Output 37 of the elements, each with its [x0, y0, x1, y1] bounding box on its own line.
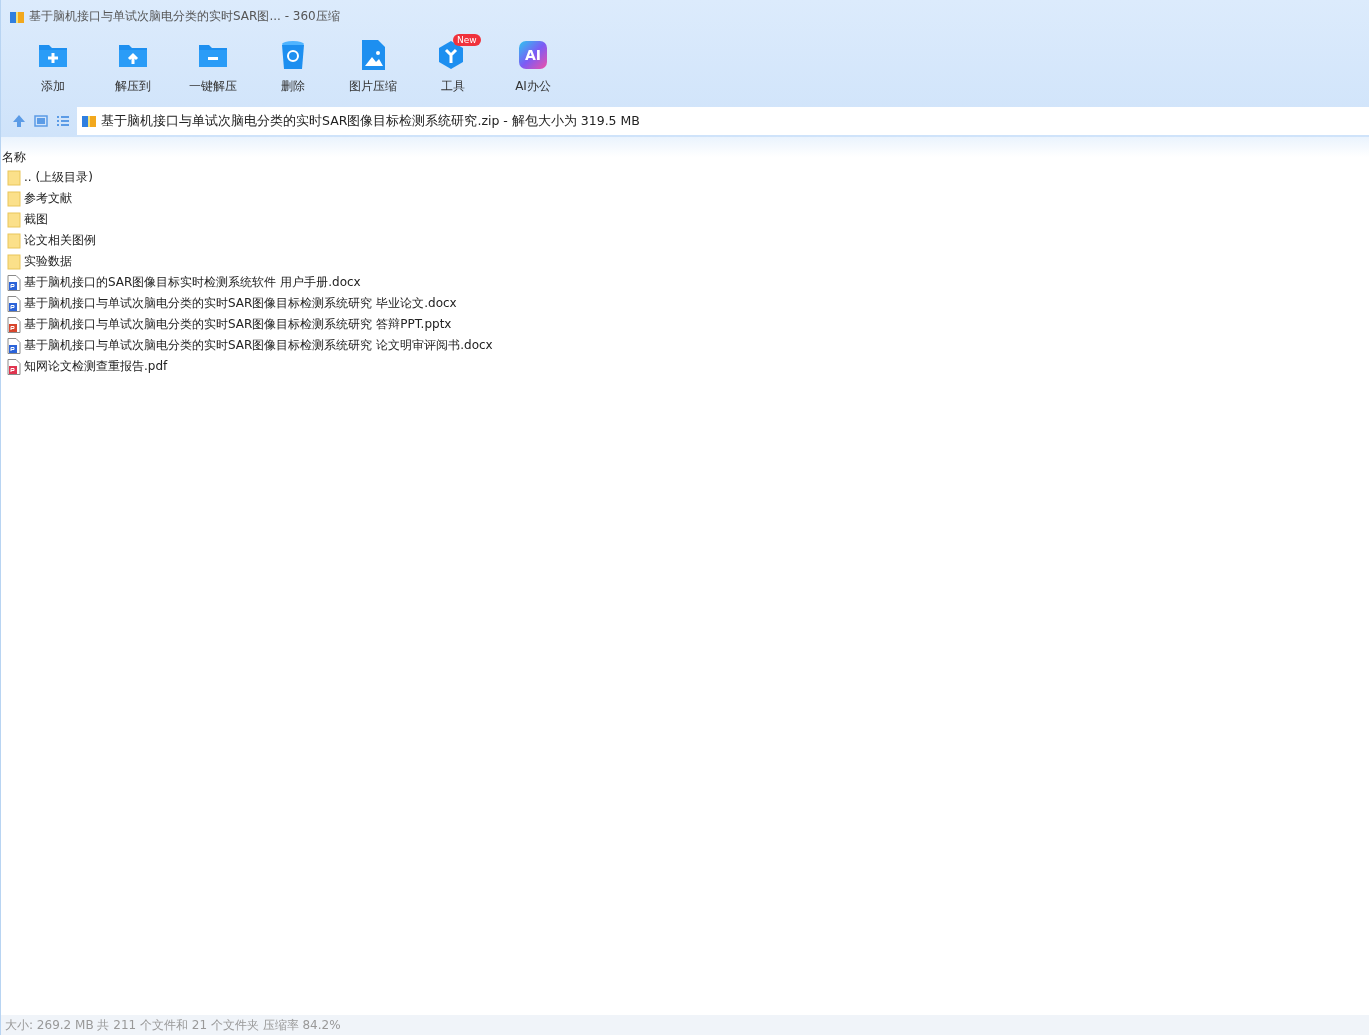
path-field[interactable]: 基于脑机接口与单试次脑电分类的实时SAR图像目标检测系统研究.zip - 解包大小为 319.5 MB	[77, 107, 1369, 135]
folder-icon	[7, 211, 21, 228]
window-title: 基于脑机接口与单试次脑电分类的实时SAR图... - 360压缩	[29, 8, 340, 25]
folder-icon	[7, 169, 21, 186]
toolbar-button[interactable]: 删除	[253, 33, 333, 105]
document-icon	[7, 316, 21, 333]
file-name[interactable]: 基于脑机接口与单试次脑电分类的实时SAR图像目标检测系统研究 答辩PPT.pptx	[24, 316, 452, 333]
ai-icon: AI	[519, 41, 547, 69]
file-name[interactable]: .. (上级目录)	[24, 169, 93, 186]
toolbar-button[interactable]: New 工具	[413, 33, 493, 105]
document-icon	[7, 337, 21, 354]
column-header[interactable]: 名称	[2, 148, 26, 166]
folder-icon	[7, 253, 21, 270]
document-icon	[7, 358, 21, 375]
toolbar-button[interactable]: 添加	[13, 33, 93, 105]
toolbar-button[interactable]: 一键解压	[173, 33, 253, 105]
file-name[interactable]: 截图	[24, 211, 48, 228]
file-name[interactable]: 参考文献	[24, 190, 72, 207]
file-name[interactable]: 基于脑机接口与单试次脑电分类的实时SAR图像目标检测系统研究 论文明审评阅书.docx	[24, 337, 493, 354]
folder-icon	[7, 232, 21, 249]
archive-icon	[81, 113, 97, 129]
document-icon	[7, 274, 21, 291]
up-arrow-icon[interactable]	[11, 113, 27, 129]
file-name[interactable]: 论文相关图例	[24, 232, 96, 249]
file-name[interactable]: 基于脑机接口的SAR图像目标实时检测系统软件 用户手册.docx	[24, 274, 361, 291]
toolbar-button[interactable]: 解压到	[93, 33, 173, 105]
file-name[interactable]: 实验数据	[24, 253, 72, 270]
folder-icon	[7, 190, 21, 207]
document-icon	[7, 295, 21, 312]
file-name[interactable]: 知网论文检测查重报告.pdf	[24, 358, 168, 375]
status-bar: 大小: 269.2 MB 共 211 个文件和 21 个文件夹 压缩率 84.2%	[1, 1015, 1369, 1035]
new-badge: New	[453, 34, 481, 46]
thumbnail-view-icon[interactable]	[33, 113, 49, 129]
list-view-icon[interactable]	[55, 113, 71, 129]
file-name[interactable]: 基于脑机接口与单试次脑电分类的实时SAR图像目标检测系统研究 毕业论文.docx	[24, 295, 457, 312]
toolbar-button[interactable]: 图片压缩	[333, 33, 413, 105]
toolbar-button[interactable]: AI AI办公	[493, 33, 573, 105]
